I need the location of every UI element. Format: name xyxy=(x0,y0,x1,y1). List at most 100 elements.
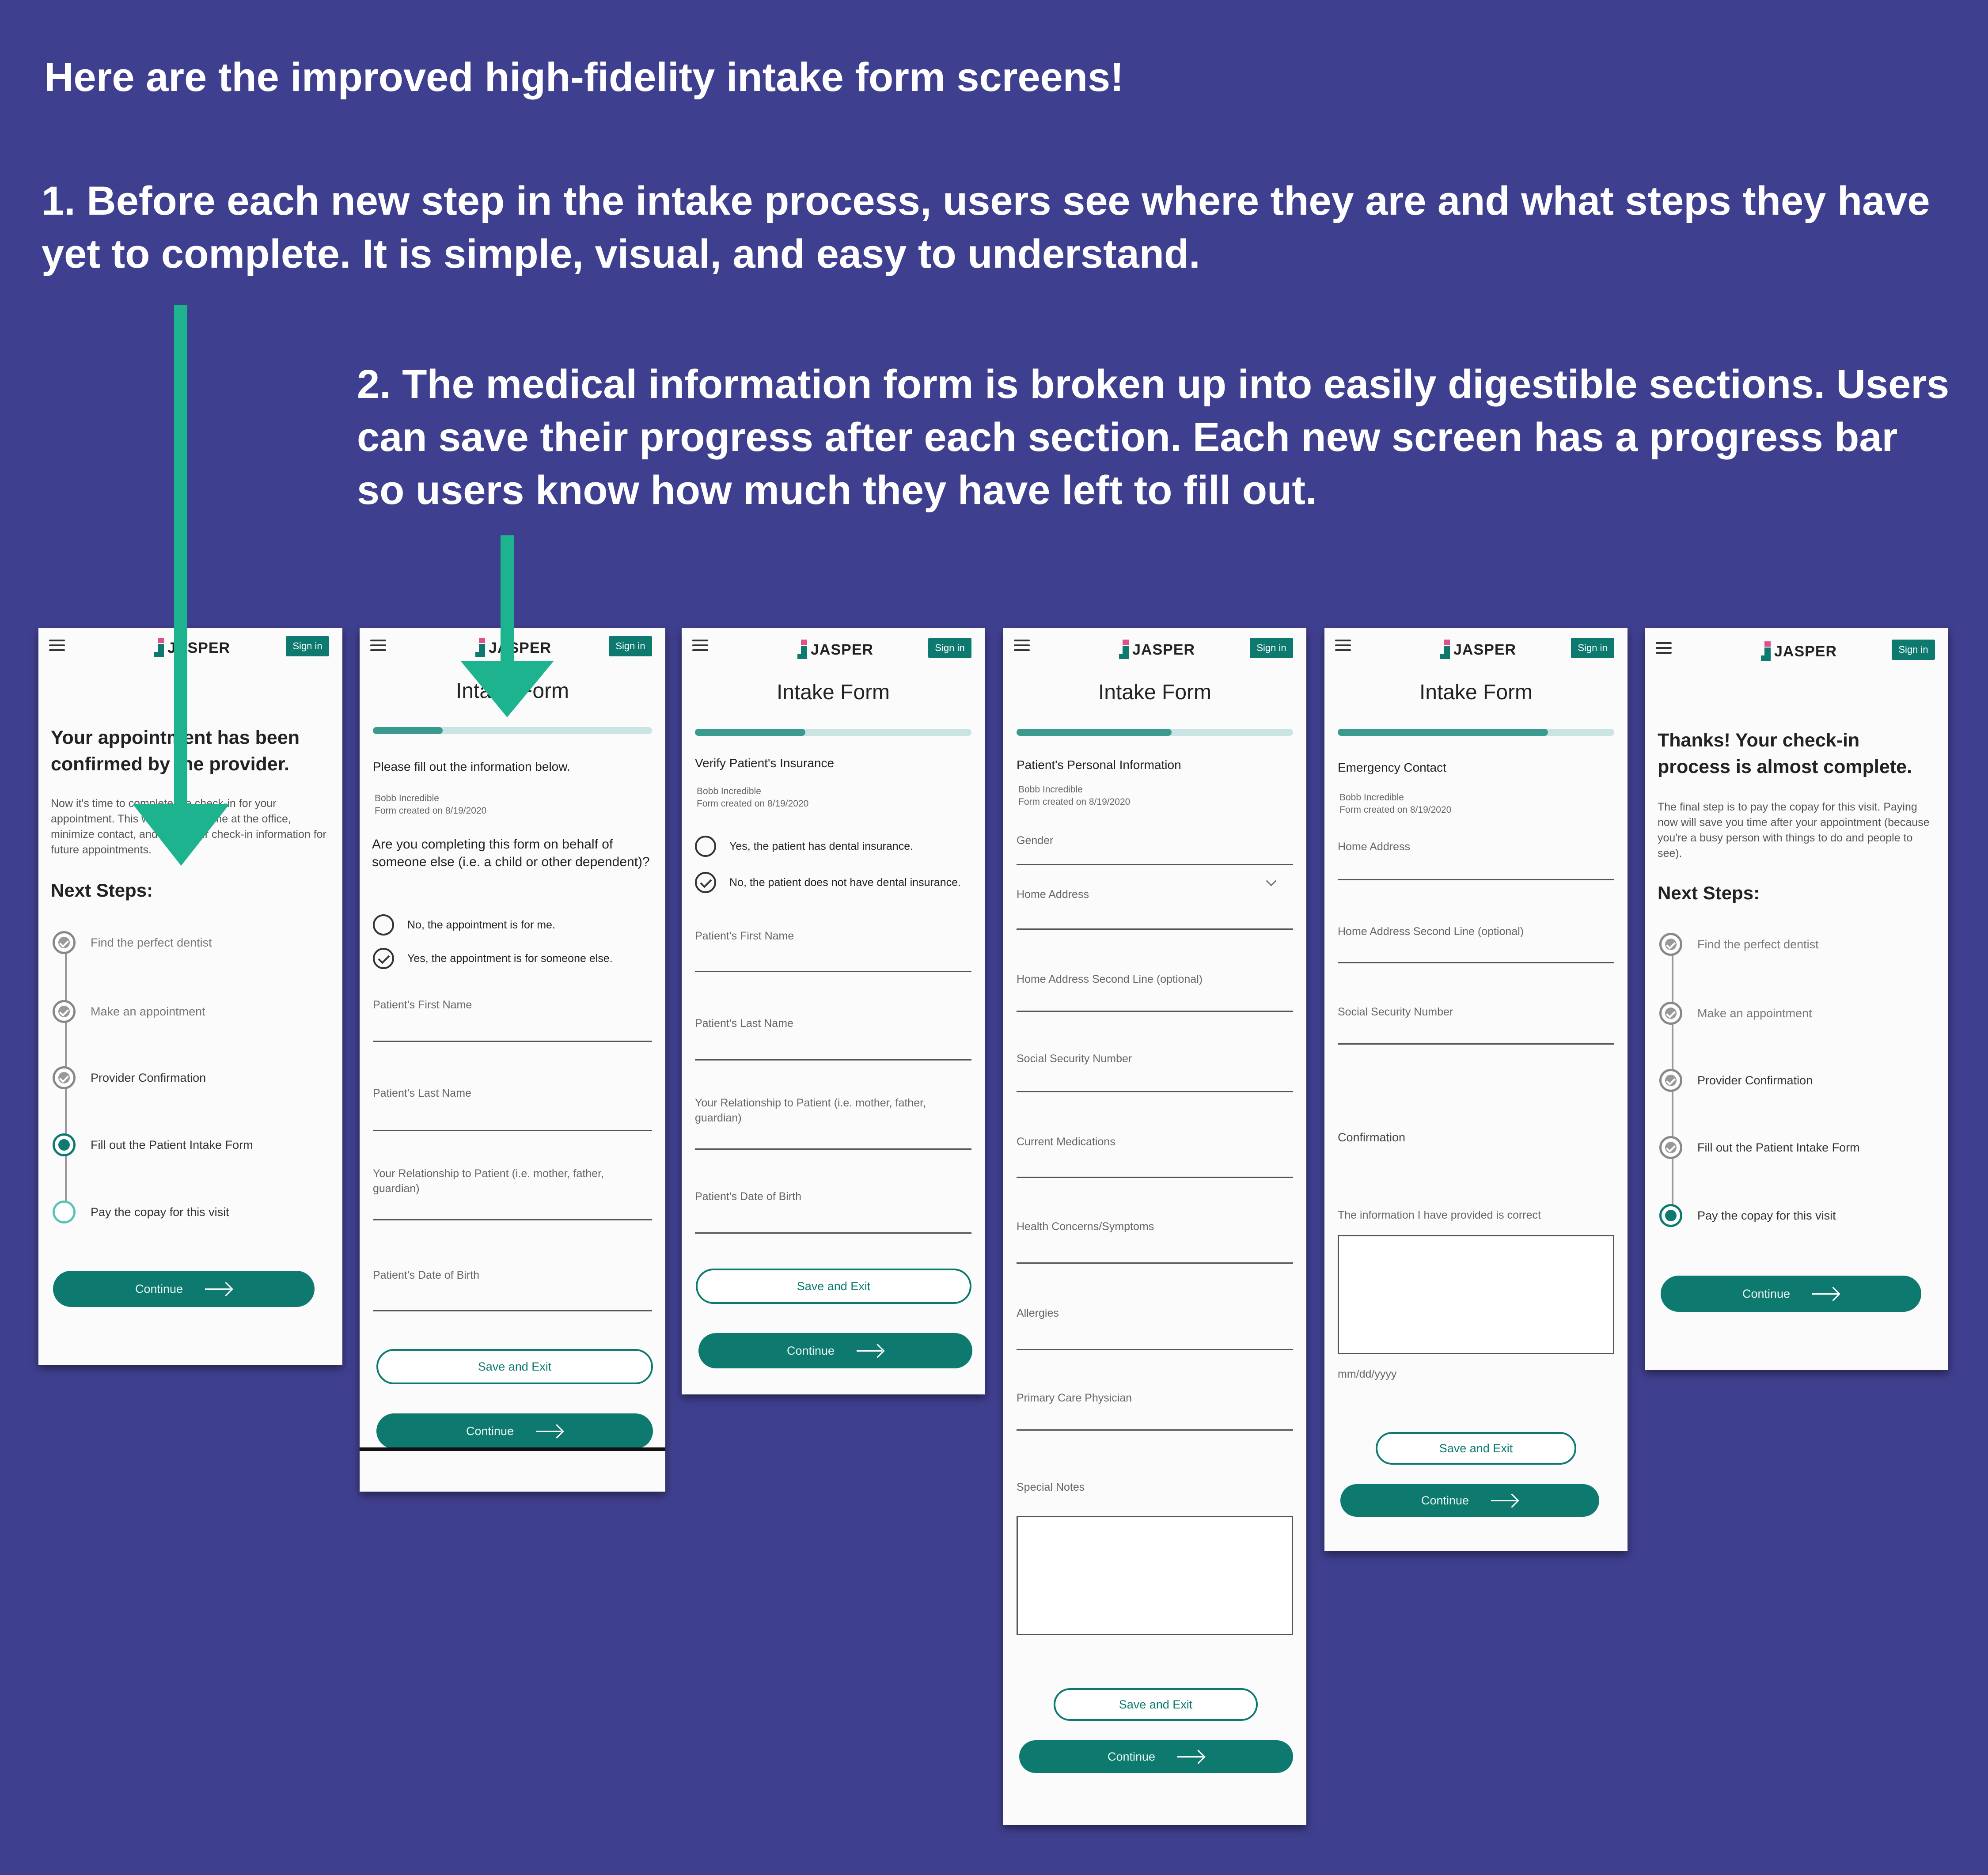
field-label: Patient's First Name xyxy=(695,930,794,942)
input-underline xyxy=(1017,928,1293,930)
radio-has-insurance[interactable]: Yes, the patient has dental insurance. xyxy=(695,836,913,857)
menu-icon[interactable] xyxy=(49,640,65,651)
field-health-concerns[interactable]: Health Concerns/Symptoms xyxy=(1017,1219,1293,1268)
date-field[interactable]: mm/dd/yyyy xyxy=(1338,1367,1614,1382)
section-title: Verify Patient's Insurance xyxy=(695,756,835,770)
field-label: Patient's Last Name xyxy=(373,1087,471,1099)
logo-mark-icon xyxy=(1761,641,1771,662)
radio-checked-icon xyxy=(373,948,394,969)
headline: Here are the improved high-fidelity inta… xyxy=(44,55,1124,100)
continue-button[interactable]: Continue xyxy=(53,1271,315,1307)
confirmation-textarea[interactable] xyxy=(1338,1235,1614,1354)
step-find-dentist: Find the perfect dentist xyxy=(1659,931,1819,958)
current-step-icon xyxy=(53,1133,76,1156)
sign-in-button[interactable]: Sign in xyxy=(609,636,652,656)
annotation-arrow-1 xyxy=(133,305,230,866)
patient-name: Bobb Incredible xyxy=(1339,792,1404,803)
radio-for-me[interactable]: No, the appointment is for me. xyxy=(373,914,555,936)
menu-icon[interactable] xyxy=(692,640,708,651)
field-home-address[interactable]: Home Address xyxy=(1017,887,1293,936)
save-exit-button[interactable]: Save and Exit xyxy=(1054,1688,1258,1721)
continue-button[interactable]: Continue xyxy=(1340,1484,1599,1517)
menu-icon[interactable] xyxy=(1014,640,1030,651)
continue-button[interactable]: Continue xyxy=(1019,1740,1293,1773)
field-medications[interactable]: Current Medications xyxy=(1017,1134,1293,1183)
radio-for-someone-else[interactable]: Yes, the appointment is for someone else… xyxy=(373,948,613,969)
chevron-down-icon[interactable] xyxy=(1266,875,1277,886)
field-date-of-birth[interactable]: Patient's Date of Birth xyxy=(695,1189,971,1242)
field-relationship[interactable]: Your Relationship to Patient (i.e. mothe… xyxy=(695,1095,971,1157)
point-two: 2. The medical information form is broke… xyxy=(357,362,1950,513)
sign-in-button[interactable]: Sign in xyxy=(1892,640,1935,660)
jasper-logo: JASPER xyxy=(797,639,873,661)
logo-text: JASPER xyxy=(1132,641,1195,658)
input-underline xyxy=(1338,962,1614,963)
field-label: Patient's Last Name xyxy=(695,1017,793,1030)
progress-bar xyxy=(1017,729,1293,736)
form-meta: Bobb Incredible Form created on 8/19/2020 xyxy=(1018,784,1130,808)
field-special-notes-label: Special Notes xyxy=(1017,1480,1293,1497)
progress-fill xyxy=(1017,729,1172,736)
save-exit-button[interactable]: Save and Exit xyxy=(376,1349,653,1384)
step-fill-intake-form: Fill out the Patient Intake Form xyxy=(1659,1134,1860,1161)
form-created: Form created on 8/19/2020 xyxy=(697,799,809,809)
save-exit-button[interactable]: Save and Exit xyxy=(696,1269,971,1304)
input-underline xyxy=(1017,1091,1293,1092)
save-exit-button[interactable]: Save and Exit xyxy=(1376,1432,1576,1465)
field-relationship[interactable]: Your Relationship to Patient (i.e. mothe… xyxy=(373,1166,652,1228)
field-first-name[interactable]: Patient's First Name xyxy=(373,997,652,1050)
special-notes-textarea[interactable] xyxy=(1017,1516,1293,1635)
sign-in-button[interactable]: Sign in xyxy=(928,638,971,658)
field-label: Gender xyxy=(1017,834,1054,847)
input-underline xyxy=(695,1059,971,1061)
field-date-of-birth[interactable]: Patient's Date of Birth xyxy=(373,1268,652,1321)
continue-label: Continue xyxy=(1421,1493,1469,1507)
field-gender[interactable]: Gender xyxy=(1017,833,1293,868)
step-label: Pay the copay for this visit xyxy=(91,1205,229,1219)
field-label: Current Medications xyxy=(1017,1136,1115,1148)
step-label: Find the perfect dentist xyxy=(1697,937,1819,951)
field-home-address-2[interactable]: Home Address Second Line (optional) xyxy=(1017,972,1293,1020)
sign-in-button[interactable]: Sign in xyxy=(286,636,329,656)
continue-button[interactable]: Continue xyxy=(698,1333,972,1368)
field-label: Patient's Date of Birth xyxy=(373,1269,480,1281)
menu-icon[interactable] xyxy=(1656,642,1672,654)
progress-fill xyxy=(695,729,806,736)
field-primary-care[interactable]: Primary Care Physician xyxy=(1017,1390,1293,1435)
field-last-name[interactable]: Patient's Last Name xyxy=(695,1016,971,1069)
field-allergies[interactable]: Allergies xyxy=(1017,1306,1293,1354)
radio-no-insurance[interactable]: No, the patient does not have dental ins… xyxy=(695,872,967,893)
menu-icon[interactable] xyxy=(1335,640,1351,651)
field-first-name[interactable]: Patient's First Name xyxy=(695,928,971,981)
arrow-down-icon xyxy=(461,661,554,717)
continue-button[interactable]: Continue xyxy=(1661,1276,1921,1312)
jasper-logo: JASPER xyxy=(1761,640,1837,663)
field-label: Confirmation xyxy=(1338,1131,1406,1144)
field-last-name[interactable]: Patient's Last Name xyxy=(373,1086,652,1139)
step-label: Pay the copay for this visit xyxy=(1697,1208,1836,1222)
arrow-right-icon xyxy=(857,1344,884,1357)
field-ssn[interactable]: Social Security Number xyxy=(1338,1004,1614,1053)
field-label: Home Address Second Line (optional) xyxy=(1338,925,1524,938)
input-underline xyxy=(695,1232,971,1234)
menu-icon[interactable] xyxy=(370,640,386,651)
input-underline xyxy=(373,1310,652,1311)
sign-in-button[interactable]: Sign in xyxy=(1571,638,1614,658)
screen-verify-insurance: JASPER Sign in Intake Form Verify Patien… xyxy=(682,628,985,1394)
continue-button[interactable]: Continue xyxy=(376,1413,653,1449)
section-title: Patient's Personal Information xyxy=(1017,758,1181,772)
form-created: Form created on 8/19/2020 xyxy=(375,806,487,816)
arrow-right-icon xyxy=(205,1282,232,1295)
field-home-address[interactable]: Home Address xyxy=(1338,839,1614,888)
form-meta: Bobb Incredible Form created on 8/19/2020 xyxy=(697,785,808,810)
jasper-logo: JASPER xyxy=(1119,639,1195,661)
sign-in-button[interactable]: Sign in xyxy=(1250,638,1293,658)
field-ssn[interactable]: Social Security Number xyxy=(1017,1051,1293,1100)
section-title: Please fill out the information below. xyxy=(373,760,570,773)
step-provider-confirmation: Provider Confirmation xyxy=(53,1064,206,1091)
check-circle-icon xyxy=(1659,933,1682,956)
field-home-address-2[interactable]: Home Address Second Line (optional) xyxy=(1338,924,1614,973)
form-title: Intake Form xyxy=(1419,681,1533,704)
logo-mark-icon xyxy=(797,640,807,660)
step-label: Make an appointment xyxy=(91,1004,205,1018)
